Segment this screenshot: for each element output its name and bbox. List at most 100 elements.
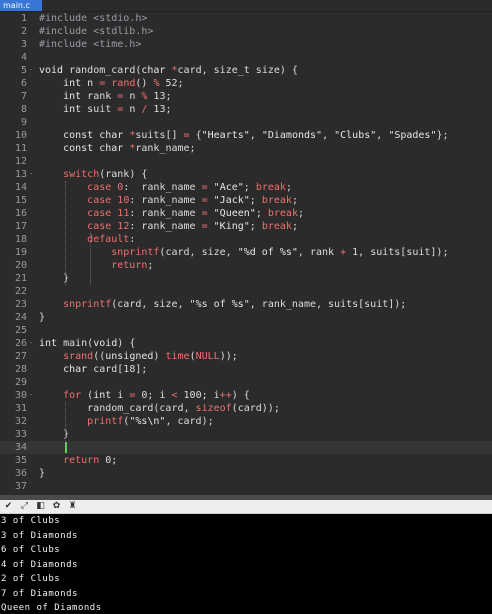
code-token: ) {: [117, 338, 136, 349]
code-text: char card[18];: [39, 363, 147, 376]
code-line[interactable]: 12: [0, 155, 492, 168]
code-token: 10: [117, 195, 130, 206]
code-line[interactable]: 25: [0, 324, 492, 337]
chevron-down-icon[interactable]: ✔: [3, 501, 14, 512]
code-text: const char *suits[] = {"Hearts", "Diamon…: [39, 129, 448, 142]
line-number: 21: [14, 273, 27, 284]
code-text: case 12: rank_name = "King"; break;: [39, 220, 298, 233]
gear-icon[interactable]: ✿: [51, 501, 62, 512]
code-line[interactable]: 1 #include <stdio.h>: [0, 12, 492, 25]
code-line[interactable]: 28 char card[18];: [0, 363, 492, 376]
code-token: case: [87, 195, 112, 206]
code-line[interactable]: 18 default:: [0, 233, 492, 246]
code-token: "Clubs": [334, 130, 377, 141]
line-number: 35: [14, 455, 27, 466]
code-line[interactable]: 11 const char *rank_name;: [0, 142, 492, 155]
expand-icon[interactable]: ⤢: [19, 501, 30, 512]
code-token: (card, size,: [159, 247, 238, 258]
code-line[interactable]: 4: [0, 51, 492, 64]
code-token: n: [123, 91, 142, 102]
code-token: (: [81, 390, 94, 401]
code-line[interactable]: 7 int rank = n % 13;: [0, 90, 492, 103]
code-token: unsigned: [105, 351, 154, 362]
code-token: (rank) {: [99, 169, 148, 180]
code-line[interactable]: 10 const char *suits[] = {"Hearts", "Dia…: [0, 129, 492, 142]
line-number: 10: [14, 130, 27, 141]
code-line[interactable]: 2 #include <stdlib.h>: [0, 25, 492, 38]
code-token: 11: [117, 208, 130, 219]
code-line[interactable]: 27 srand((unsigned) time(NULL));: [0, 350, 492, 363]
code-line[interactable]: 15 case 10: rank_name = "Jack"; break;: [0, 194, 492, 207]
code-line[interactable]: 31 random_card(card, sizeof(card));: [0, 402, 492, 415]
line-number: 31: [14, 403, 27, 414]
code-token: : rank_name: [123, 182, 202, 193]
code-line[interactable]: 35 return 0;: [0, 454, 492, 467]
code-token: snprintf: [63, 299, 112, 310]
tab-main-c[interactable]: main.c: [0, 0, 42, 11]
code-line[interactable]: 20 return;: [0, 259, 492, 272]
code-line[interactable]: 16 case 11: rank_name = "Queen"; break;: [0, 207, 492, 220]
code-line[interactable]: 22: [0, 285, 492, 298]
fold-marker-icon[interactable]: -: [29, 64, 35, 77]
terminal-output[interactable]: 3 of Clubs 3 of Diamonds 6 of Clubs 4 of Di…: [0, 514, 492, 614]
code-line[interactable]: 30- for (int i = 0; i < 100; i++) {: [0, 389, 492, 402]
line-number: 18: [14, 234, 27, 245]
code-token: for: [63, 390, 82, 401]
code-token: 100; i: [177, 390, 220, 401]
line-number: 24: [14, 312, 27, 323]
code-line[interactable]: 21 }: [0, 272, 492, 285]
code-token: "Queen": [213, 208, 256, 219]
code-token: "%s of %s": [189, 299, 250, 310]
code-line[interactable]: 5- void random_card(char *card, size_t si…: [0, 64, 492, 77]
code-token: random_card(: [63, 65, 142, 76]
terminal-line: 3 of Clubs: [1, 516, 61, 526]
clear-icon[interactable]: ♜: [67, 501, 78, 512]
code-text: snprintf(card, size, "%d of %s", rank + …: [39, 246, 448, 259]
layout-icon[interactable]: ◧: [35, 501, 46, 512]
code-line[interactable]: 17 case 12: rank_name = "King"; break;: [0, 220, 492, 233]
code-token: 0;: [99, 455, 118, 466]
code-token: rank: [81, 91, 118, 102]
fold-marker-icon[interactable]: -: [29, 337, 35, 350]
code-token: {: [189, 130, 202, 141]
code-token: break: [255, 182, 286, 193]
code-line[interactable]: 26- int main(void) {: [0, 337, 492, 350]
fold-marker-icon[interactable]: -: [29, 389, 35, 402]
code-line[interactable]: 13- switch(rank) {: [0, 168, 492, 181]
code-line[interactable]: 23 snprintf(card, size, "%s of %s", rank…: [0, 298, 492, 311]
code-token: ;: [249, 221, 262, 232]
line-number: 11: [14, 143, 27, 154]
code-line[interactable]: 29: [0, 376, 492, 389]
code-line[interactable]: 19 snprintf(card, size, "%d of %s", rank…: [0, 246, 492, 259]
code-line[interactable]: 3 #include <time.h>: [0, 38, 492, 51]
code-line[interactable]: 9: [0, 116, 492, 129]
line-number: 13: [14, 169, 27, 180]
code-line[interactable]: 14 case 0: rank_name = "Ace"; break;: [0, 181, 492, 194]
line-number: 9: [20, 117, 27, 128]
line-number: 36: [14, 468, 27, 479]
code-line[interactable]: 6 int n = rand() % 52;: [0, 77, 492, 90]
code-line[interactable]: 34: [0, 441, 492, 454]
code-token: switch: [63, 169, 100, 180]
fold-marker-icon[interactable]: -: [29, 168, 35, 181]
code-line[interactable]: 8 int suit = n / 13;: [0, 103, 492, 116]
terminal-line: 2 of Clubs: [1, 574, 61, 584]
code-token: card, size_t size) {: [177, 65, 298, 76]
code-text: void random_card(char *card, size_t size…: [39, 64, 298, 77]
code-token: : rank_name: [129, 195, 202, 206]
code-line[interactable]: 32 printf("%s\n", card);: [0, 415, 492, 428]
code-line[interactable]: 36}: [0, 467, 492, 480]
code-token: 52;: [159, 78, 184, 89]
code-token: rank_name;: [135, 143, 196, 154]
terminal-line: 3 of Diamonds: [1, 530, 78, 541]
code-editor[interactable]: 1 #include <stdio.h> 2 #include <stdlib.h> 3…: [0, 12, 492, 495]
code-line[interactable]: 33 }: [0, 428, 492, 441]
code-line[interactable]: 37: [0, 480, 492, 493]
line-number: 23: [14, 299, 27, 310]
code-line[interactable]: 24}: [0, 311, 492, 324]
code-token: ,: [249, 130, 262, 141]
